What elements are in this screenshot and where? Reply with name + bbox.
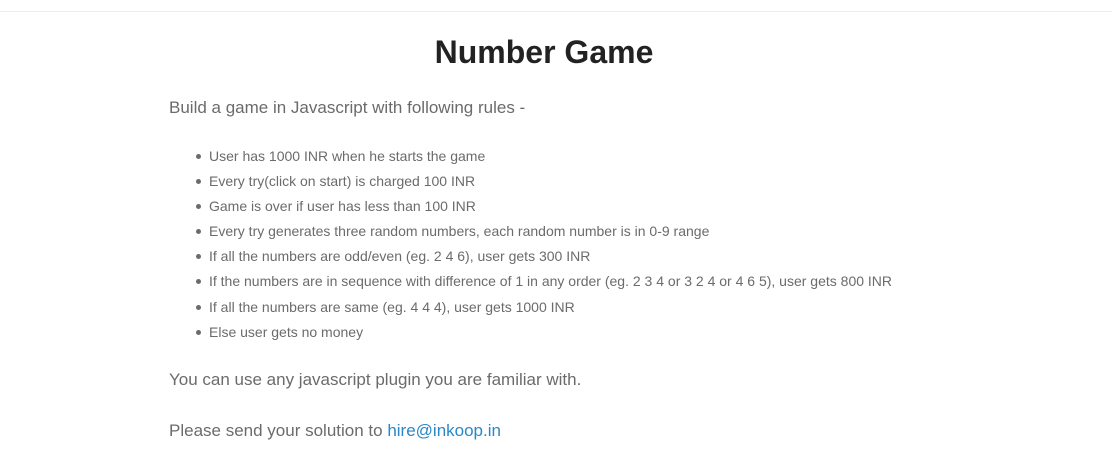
- rule-text: Every try(click on start) is charged 100…: [209, 173, 476, 190]
- top-divider: [0, 11, 1112, 12]
- bullet-icon: [196, 304, 201, 310]
- bullet-icon: [196, 204, 201, 210]
- rule-item: Every try generates three random numbers…: [195, 220, 892, 245]
- page: Number Game Build a game in Javascript w…: [0, 0, 1112, 461]
- rule-item: If all the numbers are same (eg. 4 4 4),…: [195, 296, 892, 321]
- bullet-icon: [196, 329, 201, 335]
- rule-text: User has 1000 INR when he starts the gam…: [209, 148, 486, 164]
- bullet-icon: [196, 254, 201, 260]
- bullet-icon: [196, 279, 201, 285]
- send-prefix: Please send your solution to: [169, 421, 388, 440]
- rule-text: If all the numbers are same (eg. 4 4 4),…: [209, 298, 575, 315]
- rules-list: User has 1000 INR when he starts the gam…: [195, 145, 892, 346]
- intro-text: Build a game in Javascript with followin…: [169, 98, 526, 117]
- rule-text: Every try generates three random numbers…: [209, 223, 710, 240]
- bullet-icon: [196, 179, 201, 185]
- rule-text: If all the numbers are odd/even (eg. 2 4…: [209, 248, 591, 265]
- rule-item: User has 1000 INR when he starts the gam…: [195, 145, 892, 170]
- rule-text: If the numbers are in sequence with diff…: [209, 273, 893, 290]
- rule-text: Game is over if user has less than 100 I…: [209, 198, 476, 215]
- plugin-note: You can use any javascript plugin you ar…: [169, 370, 582, 389]
- send-solution-text: Please send your solution to hire@inkoop…: [169, 420, 501, 442]
- rule-item: Else user gets no money: [195, 321, 892, 346]
- bullet-icon: [196, 154, 201, 159]
- page-title: Number Game: [434, 34, 654, 70]
- rule-item: Game is over if user has less than 100 I…: [195, 195, 892, 220]
- rule-item: If all the numbers are odd/even (eg. 2 4…: [195, 245, 892, 270]
- email-link[interactable]: hire@inkoop.in: [387, 421, 501, 440]
- rule-item: If the numbers are in sequence with diff…: [195, 270, 892, 295]
- bullet-icon: [196, 229, 201, 235]
- rule-text: Else user gets no money: [209, 323, 364, 340]
- rule-item: Every try(click on start) is charged 100…: [195, 170, 892, 195]
